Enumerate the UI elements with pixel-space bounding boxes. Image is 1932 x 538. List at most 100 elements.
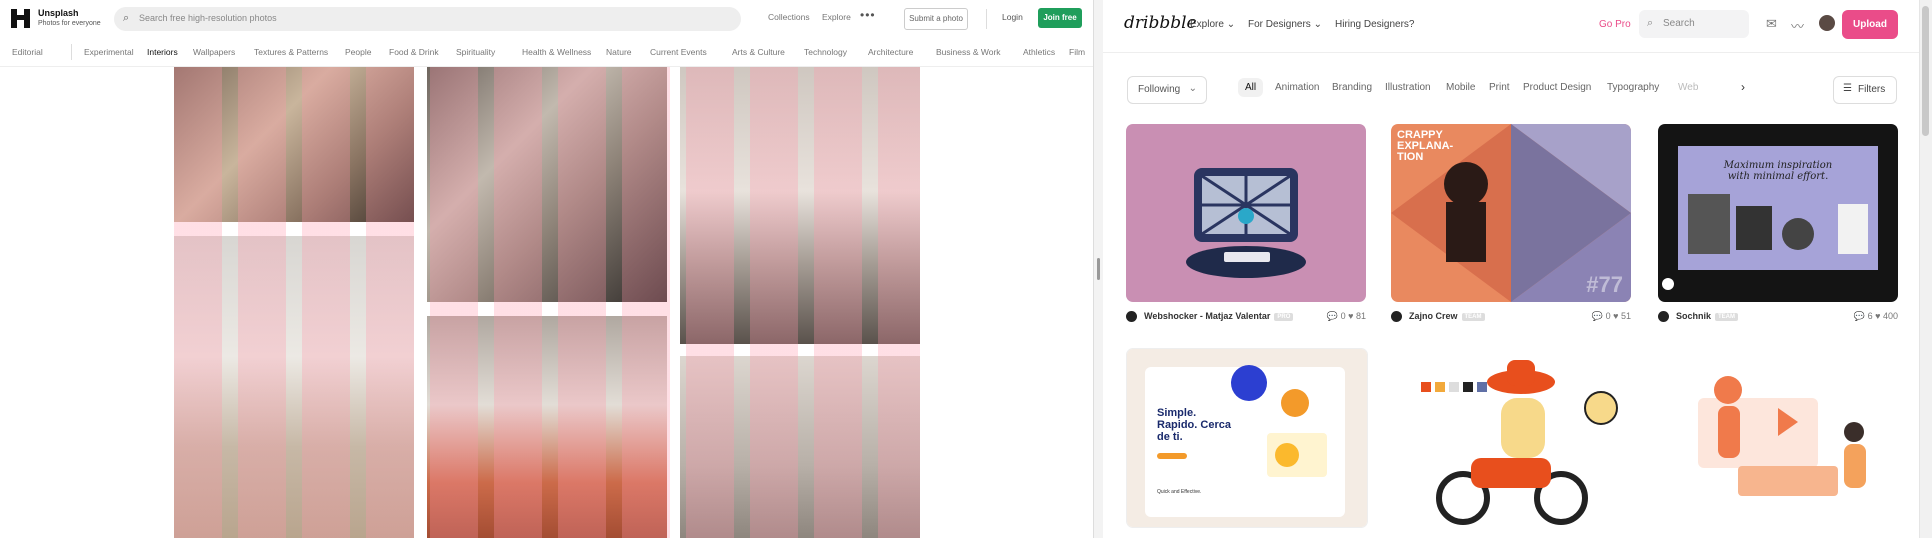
chevron-down-icon: ⌄ [1188, 83, 1197, 94]
shot-card[interactable] [1658, 348, 1898, 526]
more-icon[interactable]: ••• [860, 8, 876, 22]
photo-interior-table[interactable] [174, 66, 414, 222]
nav-link-collections[interactable]: Collections [768, 12, 810, 22]
shot-card[interactable]: Simple. Rapido. Cerca de ti. Quick and E… [1126, 348, 1368, 528]
shot-title: Simple. Rapido. Cerca de ti. [1157, 407, 1231, 443]
shot-author[interactable]: Webshocker - Matjaz Valentar PRO [1144, 311, 1294, 321]
shot-stats: 💬 6 ♥ 400 [1854, 311, 1898, 322]
filter-branding[interactable]: Branding [1332, 82, 1372, 93]
category-film[interactable]: Film [1069, 47, 1085, 57]
join-free-button[interactable]: Join free [1038, 8, 1082, 28]
unsplash-window: Unsplash Photos for everyone ⌕ Search fr… [0, 0, 1093, 538]
like-count: 81 [1355, 311, 1366, 321]
dribbble-logo[interactable]: dribbble [1124, 13, 1197, 33]
nav-hiring-designers[interactable]: Hiring Designers? [1335, 19, 1414, 30]
category-technology[interactable]: Technology [804, 47, 847, 57]
shot-meta: Sochnik TEAM 💬 6 ♥ 400 [1658, 310, 1898, 326]
following-dropdown[interactable]: Following ⌄ [1127, 76, 1207, 104]
divider-grip[interactable] [1097, 258, 1100, 280]
category-divider [71, 44, 72, 60]
photo-interior-sofa-window[interactable] [427, 66, 667, 302]
shot-author-name: Sochnik [1676, 311, 1712, 321]
filter-print[interactable]: Print [1489, 82, 1510, 93]
category-health-wellness[interactable]: Health & Wellness [522, 47, 591, 57]
category-nature[interactable]: Nature [606, 47, 632, 57]
unsplash-search-input[interactable]: ⌕ Search free high-resolution photos [114, 7, 741, 31]
nav-for-designers[interactable]: For Designers ⌄ [1248, 19, 1322, 30]
category-textures-patterns[interactable]: Textures & Patterns [254, 47, 328, 57]
category-current-events[interactable]: Current Events [650, 47, 707, 57]
following-label: Following [1138, 84, 1181, 95]
filter-product-design[interactable]: Product Design [1523, 82, 1591, 93]
shot-card[interactable]: Maximum inspiration with minimal effort. [1658, 124, 1898, 302]
category-editorial[interactable]: Editorial [12, 47, 43, 57]
category-experimental[interactable]: Experimental [84, 47, 134, 57]
category-athletics[interactable]: Athletics [1023, 47, 1055, 57]
login-link[interactable]: Login [1002, 12, 1023, 22]
chevron-down-icon: ⌄ [1226, 19, 1236, 30]
shot-meta: Webshocker - Matjaz Valentar PRO 💬 0 ♥ 81 [1126, 310, 1366, 326]
nav-explore[interactable]: Explore ⌄ [1190, 19, 1235, 30]
shot-title: Maximum inspiration with minimal effort. [1723, 160, 1833, 182]
filter-typography[interactable]: Typography [1607, 82, 1659, 93]
filter-animation[interactable]: Animation [1275, 82, 1319, 93]
filter-web[interactable]: Web [1678, 82, 1698, 93]
shot-card[interactable] [1391, 348, 1631, 526]
shot-meta: Zajno Crew TEAM 💬 0 ♥ 51 [1391, 310, 1631, 326]
filter-mobile[interactable]: Mobile [1446, 82, 1475, 93]
shot-thumbnail-inspiration [1658, 124, 1898, 302]
category-arts-culture[interactable]: Arts & Culture [732, 47, 785, 57]
filter-all[interactable]: All [1238, 78, 1264, 97]
shot-title: CRAPPY EXPLANA-TION [1397, 129, 1454, 163]
category-wallpapers[interactable]: Wallpapers [193, 47, 235, 57]
unsplash-category-bar: Editorial Experimental Interiors Wallpap… [0, 38, 1093, 67]
avatar[interactable] [1126, 311, 1137, 322]
upload-button[interactable]: Upload [1842, 10, 1898, 39]
shot-stats: 💬 0 ♥ 51 [1592, 311, 1631, 322]
category-business-work[interactable]: Business & Work [936, 47, 1001, 57]
submit-photo-button[interactable]: Submit a photo [904, 8, 968, 30]
activity-icon[interactable]: 〰 [1791, 16, 1804, 35]
heart-icon[interactable]: ♥ [1348, 311, 1353, 321]
category-food-drink[interactable]: Food & Drink [389, 47, 439, 57]
photo-interior-orange-room[interactable] [427, 316, 667, 538]
category-interiors[interactable]: Interiors [147, 47, 178, 57]
pro-badge: PRO [1274, 312, 1294, 321]
search-icon: ⌕ [123, 12, 130, 24]
shot-author[interactable]: Zajno Crew TEAM [1409, 311, 1485, 321]
messages-icon[interactable]: ✉ [1766, 16, 1777, 32]
chevron-right-icon[interactable]: › [1741, 80, 1745, 94]
filters-icon: ☰ [1843, 83, 1852, 94]
shot-author[interactable]: Sochnik TEAM [1676, 311, 1739, 321]
go-pro-link[interactable]: Go Pro [1599, 19, 1631, 30]
category-architecture[interactable]: Architecture [868, 47, 913, 57]
photo-interior-living-room-white[interactable] [174, 236, 414, 538]
search-placeholder: Search [1663, 18, 1695, 29]
shot-card[interactable]: CRAPPY EXPLANA-TION #77 [1391, 124, 1631, 302]
category-spirituality[interactable]: Spirituality [456, 47, 495, 57]
nav-for-designers-label: For Designers [1248, 19, 1311, 30]
filters-button[interactable]: ☰ Filters [1833, 76, 1897, 104]
nav-link-explore[interactable]: Explore [822, 12, 851, 22]
scrollbar-thumb[interactable] [1922, 6, 1929, 136]
team-badge: TEAM [1461, 312, 1485, 321]
vertical-scrollbar[interactable] [1919, 0, 1932, 538]
shot-thumbnail-illustration [1658, 348, 1898, 526]
photo-interior-tent-stools[interactable] [680, 66, 920, 344]
shot-number: #77 [1586, 272, 1623, 297]
like-count: 400 [1882, 311, 1898, 321]
avatar[interactable] [1658, 311, 1669, 322]
category-people[interactable]: People [345, 47, 371, 57]
header-divider [986, 9, 987, 29]
avatar[interactable] [1819, 15, 1835, 31]
shot-card[interactable] [1126, 124, 1366, 302]
heart-icon[interactable]: ♥ [1875, 311, 1880, 321]
comment-icon: 💬 [1326, 311, 1339, 321]
filter-illustration[interactable]: Illustration [1385, 82, 1431, 93]
unsplash-logo-icon[interactable] [11, 9, 30, 28]
dribbble-search-input[interactable]: ⌕ Search [1639, 10, 1749, 38]
comment-count: 0 [1340, 311, 1346, 321]
heart-icon[interactable]: ♥ [1613, 311, 1618, 321]
photo-interior-ladder[interactable] [680, 356, 920, 538]
avatar[interactable] [1391, 311, 1402, 322]
